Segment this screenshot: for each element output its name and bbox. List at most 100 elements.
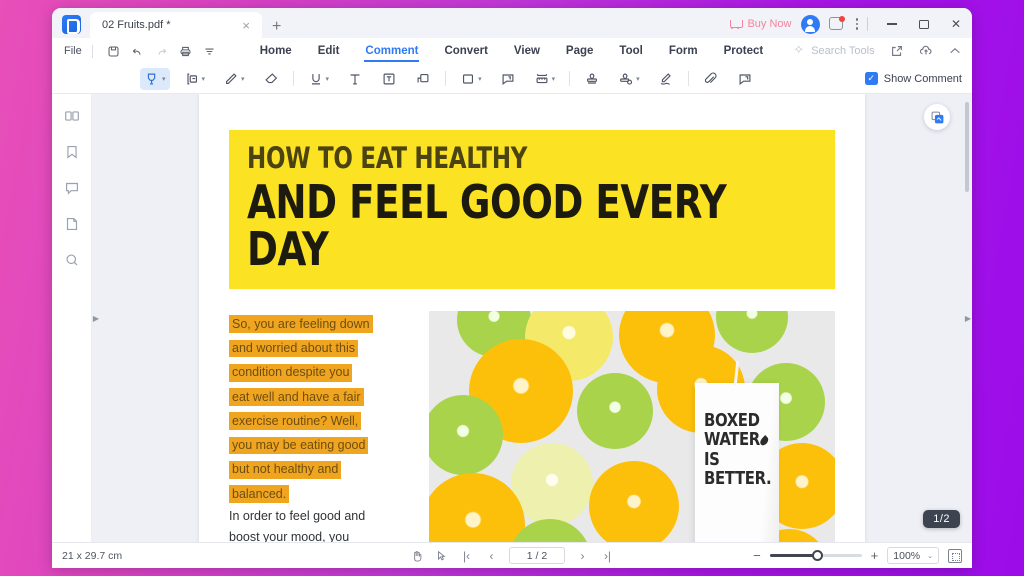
workspace: HOW TO EAT HEALTHY AND FEEL GOOD EVERY D… [52,94,972,542]
chevron-down-icon[interactable]: ▾ [326,75,330,83]
chevron-down-icon[interactable]: ▾ [552,75,556,83]
tab-form[interactable]: Form [656,41,711,62]
zoom-slider[interactable] [769,550,862,561]
measure-tool[interactable]: ▾ [530,68,560,90]
hand-tool-icon[interactable] [409,549,424,563]
right-panel-expand-arrow[interactable]: ▶ [964,305,972,331]
previous-page-button[interactable]: ‹ [484,549,499,563]
highlighted-text-line[interactable]: you may be eating good [229,436,369,455]
sidebar-item-thumbnails[interactable] [62,106,82,126]
snapshot-tool-button[interactable] [924,104,950,130]
checkbox-checked-icon[interactable]: ✓ [864,72,878,85]
highlighted-text-line[interactable]: exercise routine? Well, [229,412,362,431]
signature-tool[interactable] [654,68,678,90]
zoom-slider-knob[interactable] [811,550,823,561]
caption-line: BOXED [704,409,760,431]
fit-page-icon[interactable] [948,548,962,563]
sticky-note-tool[interactable] [496,68,520,90]
zoom-level-select[interactable]: 100% ⌄ [887,547,939,564]
show-comment-toggle[interactable]: ✓ Show Comment [864,72,962,85]
highlighted-text-line[interactable]: balanced. [229,485,290,503]
pencil-tool[interactable]: ▾ [219,68,249,90]
tab-edit[interactable]: Edit [305,41,353,62]
divider [687,71,689,86]
close-window-button[interactable]: ✕ [940,13,972,35]
tab-view[interactable]: View [501,41,553,62]
collapse-ribbon-icon[interactable] [947,44,962,59]
share-icon[interactable] [889,44,904,59]
boxed-water-carton: BOXED WATER IS BETTER. [695,382,779,542]
text-box-tool[interactable] [377,68,401,90]
save-icon[interactable] [103,42,125,61]
divider [445,71,447,86]
tab-tool[interactable]: Tool [606,41,655,62]
attachment-icon[interactable] [699,68,723,90]
sidebar-item-search[interactable] [62,250,82,270]
pdf-page: HOW TO EAT HEALTHY AND FEEL GOOD EVERY D… [199,94,865,542]
sidebar-item-attachments[interactable] [62,214,82,234]
document-tab[interactable]: 02 Fruits.pdf * × [90,12,262,38]
more-icon[interactable] [199,42,221,61]
chevron-down-icon[interactable]: ▾ [202,75,206,83]
highlighted-text-line[interactable]: and worried about this [229,339,358,358]
chevron-down-icon[interactable]: ▾ [241,75,245,83]
cloud-upload-icon[interactable] [918,44,933,59]
avatar[interactable] [800,14,820,34]
highlighted-text-line[interactable]: condition despite you [229,363,353,382]
document-viewer[interactable]: HOW TO EAT HEALTHY AND FEEL GOOD EVERY D… [92,94,972,542]
select-tool-icon[interactable] [434,549,449,563]
buy-now-button[interactable]: Buy Now [730,18,792,30]
print-icon[interactable] [175,42,197,61]
undo-icon[interactable] [127,42,149,61]
chevron-down-icon[interactable]: ⌄ [927,552,933,560]
title-bar-right-group: Buy Now ✕ [730,13,972,35]
left-panel-expand-arrow[interactable]: ▶ [92,305,100,331]
highlighted-text-line[interactable]: but not healthy and [229,460,342,479]
minimize-button[interactable] [876,13,908,35]
redo-icon[interactable] [151,42,173,61]
boxed-water-caption: BOXED WATER IS BETTER. [704,409,772,489]
highlight-tool[interactable]: ▾ [140,67,170,90]
tab-comment[interactable]: Comment [352,41,431,62]
next-page-button[interactable]: › [575,549,590,563]
notification-icon[interactable] [828,15,845,32]
tab-protect[interactable]: Protect [711,41,777,62]
page-number-input[interactable]: 1 / 2 [509,547,565,564]
application-window: 02 Fruits.pdf * × + Buy Now ✕ File Home … [52,8,972,568]
callout-tool[interactable] [411,68,435,90]
highlighted-text-line[interactable]: So, you are feeling down [229,315,373,334]
first-page-button[interactable]: |‹ [459,549,474,563]
chevron-down-icon[interactable]: ▾ [162,75,166,83]
tab-home[interactable]: Home [247,41,305,62]
file-menu[interactable]: File [64,45,82,57]
tab-convert[interactable]: Convert [431,41,500,62]
more-options-icon[interactable] [855,18,858,30]
divider [569,71,571,86]
chevron-down-icon[interactable]: ▾ [636,75,640,83]
area-highlight-tool[interactable]: ▾ [180,68,210,90]
headline-large: AND FEEL GOOD EVERY DAY [247,175,727,276]
search-tools-field[interactable]: Search Tools [793,42,874,58]
close-icon[interactable]: × [238,19,254,32]
divider [867,17,868,31]
chevron-down-icon[interactable]: ▾ [478,75,482,83]
highlighted-text-line[interactable]: eat well and have a fair [229,388,364,406]
stamp-tool[interactable] [580,68,604,90]
underline-tool[interactable]: ▾ [304,68,334,90]
caption-line: WATER [704,429,760,451]
last-page-button[interactable]: ›| [600,549,615,563]
shape-rectangle-tool[interactable]: ▾ [456,68,486,90]
maximize-button[interactable] [908,13,940,35]
typewriter-tool[interactable] [343,68,367,90]
tab-page[interactable]: Page [553,41,607,62]
eraser-tool[interactable] [259,68,283,90]
custom-stamp-tool[interactable]: ▾ [614,68,644,90]
zoom-out-button[interactable]: − [753,548,761,563]
cart-icon [730,19,744,30]
vertical-scrollbar[interactable] [965,102,969,192]
new-tab-button[interactable]: + [272,19,281,35]
comment-list-icon[interactable] [733,68,757,90]
zoom-in-button[interactable]: + [871,548,879,563]
sidebar-item-bookmarks[interactable] [62,142,82,162]
sidebar-item-comments[interactable] [62,178,82,198]
